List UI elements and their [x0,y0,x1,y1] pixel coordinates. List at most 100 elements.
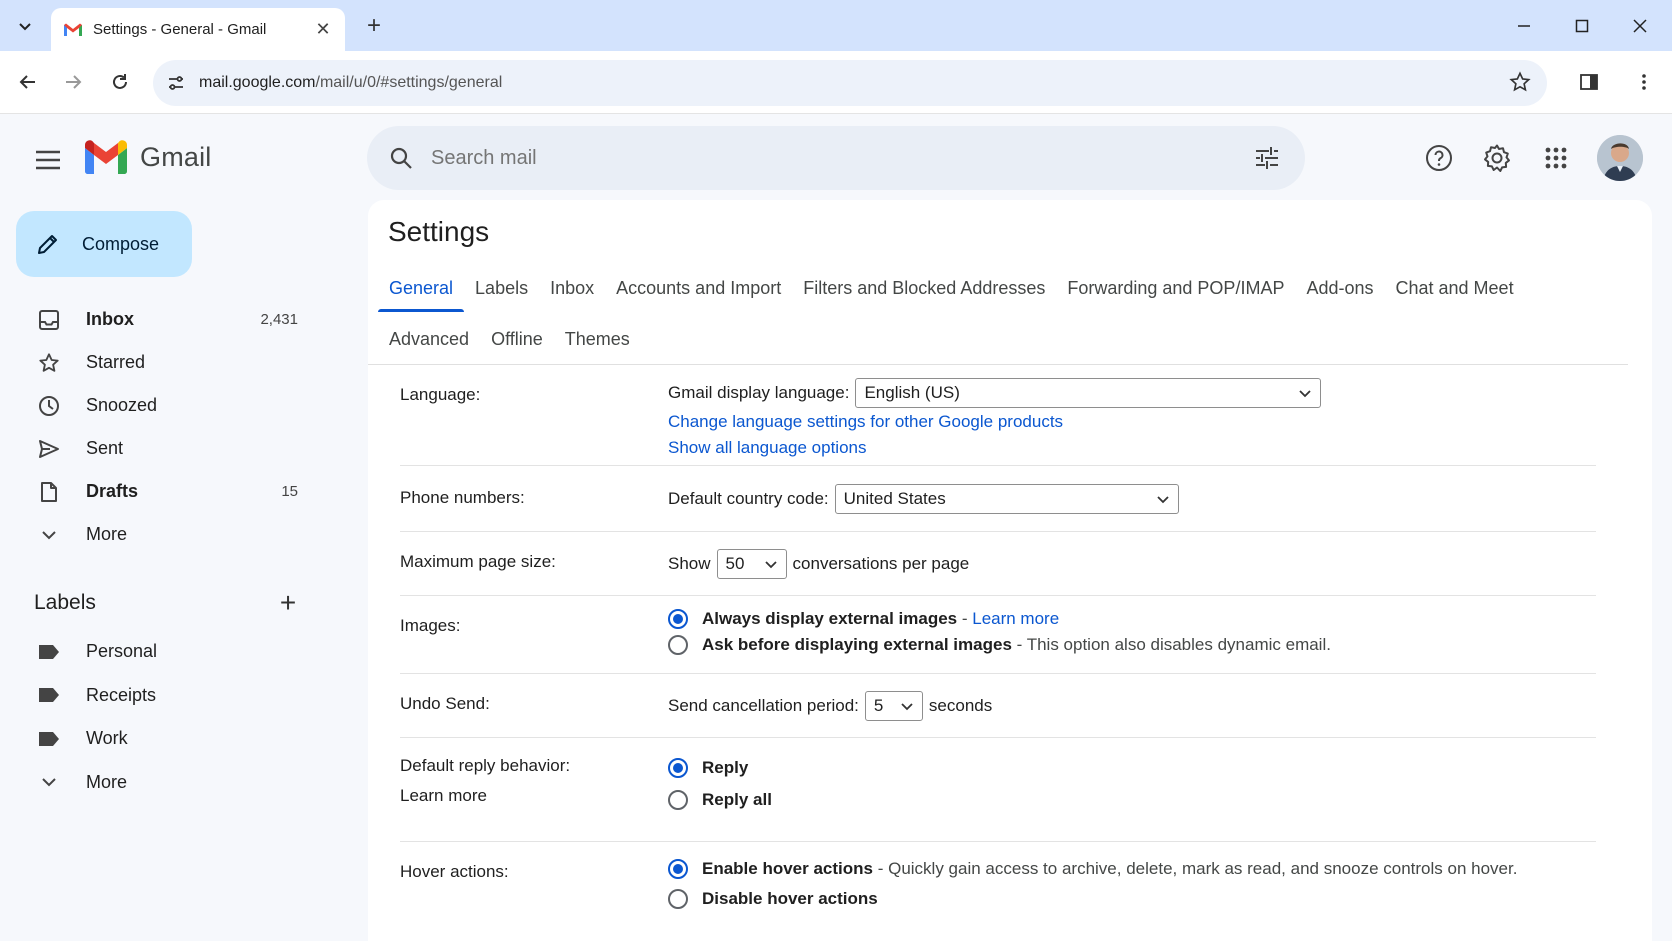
display-language-label: Gmail display language: [668,383,850,402]
inbox-icon [24,309,74,331]
label-name: Receipts [86,684,157,705]
page-size-show-label: Show [668,554,711,573]
setting-label: Maximum page size: [400,552,556,571]
tab-inbox[interactable]: Inbox [539,264,605,312]
radio-unselected[interactable] [668,635,688,655]
gmail-logo[interactable]: Gmail [84,140,212,174]
address-bar[interactable]: mail.google.com/mail/u/0/#settings/gener… [153,60,1547,106]
tab-advanced[interactable]: Advanced [378,315,480,363]
setting-undo-send: Undo Send: Send cancellation period: 5 s… [400,674,1596,738]
close-window-icon[interactable] [1618,10,1662,42]
tab-labels[interactable]: Labels [464,264,539,312]
sidebar-item-label: Snoozed [86,395,158,415]
reply-option-reply[interactable]: Reply [668,752,772,784]
radio-selected[interactable] [668,758,688,778]
setting-page-size: Maximum page size: Show 50 conversations… [400,532,1596,596]
back-icon[interactable] [11,65,45,99]
radio-selected[interactable] [668,609,688,629]
labels-header: Labels + [34,585,304,621]
label-item-personal[interactable]: Personal [16,630,316,674]
labels-title: Labels [34,591,96,614]
radio-selected[interactable] [668,859,688,879]
apps-grid-icon[interactable] [1536,138,1576,178]
chevron-down-icon [19,23,31,31]
browser-menu-icon[interactable] [1627,65,1661,99]
country-code-label: Default country code: [668,489,829,508]
label-icon [24,731,74,747]
hover-option-enable[interactable]: Enable hover actions - Quickly gain acce… [668,854,1517,884]
browser-tab-active[interactable]: Settings - General - Gmail ✕ [51,8,345,51]
labels-list: Personal Receipts Work More [16,630,316,804]
sidebar-item-drafts[interactable]: Drafts 15 [16,470,316,513]
show-all-languages-link[interactable]: Show all language options [668,438,1321,458]
chevron-down-icon [24,526,74,544]
page-title: Settings [388,216,490,247]
clock-icon [24,395,74,417]
cancellation-period-value: 5 [873,696,884,715]
minimize-icon[interactable] [1502,10,1546,42]
help-icon[interactable] [1419,138,1459,178]
sidebar-item-label: Sent [86,438,124,458]
radio-unselected[interactable] [668,889,688,909]
site-settings-icon[interactable] [153,73,199,93]
page-size-suffix: conversations per page [792,554,970,573]
sidebar-item-snoozed[interactable]: Snoozed [16,384,316,427]
chevron-down-icon [24,773,74,791]
sidebar-item-more[interactable]: More [16,513,316,556]
tab-forwarding[interactable]: Forwarding and POP/IMAP [1056,264,1295,312]
main-menu-icon[interactable] [28,140,68,180]
sidebar-item-starred[interactable]: Starred [16,341,316,384]
tab-search-button[interactable] [9,10,41,42]
tab-general[interactable]: General [378,264,465,312]
reply-content: Reply Reply all [668,752,772,816]
cancellation-period-select[interactable]: 5 [864,691,923,721]
search-icon[interactable] [371,146,431,170]
label-item-more[interactable]: More [16,761,316,805]
forward-icon[interactable] [56,65,90,99]
reload-icon[interactable] [103,65,137,99]
country-code-select[interactable]: United States [834,484,1179,514]
setting-reply-behavior: Default reply behavior: Learn more Reply… [400,738,1596,842]
tab-themes[interactable]: Themes [554,315,641,363]
tab-filters[interactable]: Filters and Blocked Addresses [792,264,1056,312]
page-size-value: 50 [725,554,745,573]
tab-chat-and-meet[interactable]: Chat and Meet [1385,264,1525,312]
new-tab-button[interactable]: + [360,12,388,40]
label-item-receipts[interactable]: Receipts [16,674,316,718]
close-tab-icon[interactable]: ✕ [309,16,337,44]
option-separator: - [957,609,973,628]
change-language-link[interactable]: Change language settings for other Googl… [668,412,1321,432]
tab-offline[interactable]: Offline [480,315,554,363]
search-input[interactable] [431,146,1239,170]
url-host: mail.google.com [199,74,316,91]
images-learn-more-link[interactable]: Learn more [972,609,1059,629]
setting-label: Undo Send: [400,694,490,713]
side-panel-icon[interactable] [1572,65,1606,99]
reply-option-reply-all[interactable]: Reply all [668,784,772,816]
search-options-icon[interactable] [1239,146,1295,170]
radio-unselected[interactable] [668,790,688,810]
app-name: Gmail [140,141,212,172]
reply-learn-more-link[interactable]: Learn more [400,786,487,806]
search-bar[interactable] [367,126,1305,190]
hover-option-disable[interactable]: Disable hover actions [668,884,1517,914]
compose-button[interactable]: Compose [16,211,192,277]
label-name: More [86,771,128,792]
tabs-divider [368,364,1628,365]
images-option-ask[interactable]: Ask before displaying external images - … [668,632,1331,658]
display-language-select[interactable]: English (US) [855,378,1322,408]
account-avatar[interactable] [1597,135,1643,181]
sidebar-item-inbox[interactable]: Inbox 2,431 [16,298,316,341]
setting-phone-numbers: Phone numbers: Default country code: Uni… [400,466,1596,532]
label-item-work[interactable]: Work [16,717,316,761]
images-option-always[interactable]: Always display external images - Learn m… [668,606,1331,632]
tab-add-ons[interactable]: Add-ons [1295,264,1384,312]
bookmark-star-icon[interactable] [1509,71,1531,98]
settings-gear-icon[interactable] [1477,138,1517,178]
add-label-icon[interactable]: + [272,587,304,619]
maximize-icon[interactable] [1560,10,1604,42]
tab-accounts-and-import[interactable]: Accounts and Import [605,264,792,312]
sidebar-item-sent[interactable]: Sent [16,427,316,470]
page-size-select[interactable]: 50 [716,549,787,579]
send-icon [24,438,74,460]
